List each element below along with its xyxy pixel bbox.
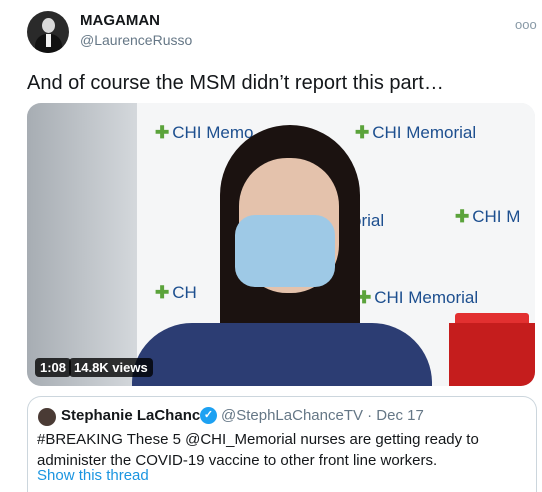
video-player[interactable]: ✚ CHI Memo ✚ CHI Memorial orial ✚ CHI M ✚ CH… [27,103,535,386]
chi-logo-mark-icon: ✚ [155,283,170,302]
backdrop-logo: ✚ CHI Memo [155,123,254,142]
chi-logo-mark-icon: ✚ [455,207,470,226]
quoted-author-avatar[interactable] [38,408,56,426]
backdrop-logo: ✚ CH [155,283,197,302]
quoted-author-name[interactable]: Stephanie LaChance [61,407,209,424]
sharps-container [449,323,535,386]
chi-logo-mark-icon: ✚ [355,123,370,142]
author-handle[interactable]: @LaurenceRusso [80,32,192,48]
tweet-text: And of course the MSM didn’t report this… [27,72,444,94]
video-left-background [27,103,137,386]
quoted-tweet-text: #BREAKING These 5 @CHI_Memorial nurses a… [37,431,479,469]
chi-logo-mark-icon: ✚ [155,123,170,142]
person-scrubs [132,323,432,386]
tweet: MAGAMAN @LaurenceRusso ooo And of course… [0,0,542,492]
quoted-author-handle-date[interactable]: @StephLaChanceTV · Dec 17 [221,407,424,424]
author-name[interactable]: MAGAMAN [80,12,160,29]
video-views-badge: 14.8K views [69,358,153,377]
avatar-shirt [46,34,51,47]
author-avatar[interactable] [27,11,69,53]
backdrop-logo: ✚ CHI Memorial [357,288,479,307]
avatar-head [42,18,55,33]
backdrop-logo: ✚ CHI M [455,207,521,226]
show-thread-link[interactable]: Show this thread [37,467,149,484]
person-face-mask [235,215,335,287]
verified-badge-icon: ✓ [200,407,217,424]
quoted-tweet[interactable]: Stephanie LaChance ✓ @StephLaChanceTV · … [27,396,537,492]
video-duration-badge: 1:08 [35,358,72,377]
more-options-icon[interactable]: ooo [515,17,537,32]
backdrop-logo: ✚ CHI Memorial [355,123,477,142]
